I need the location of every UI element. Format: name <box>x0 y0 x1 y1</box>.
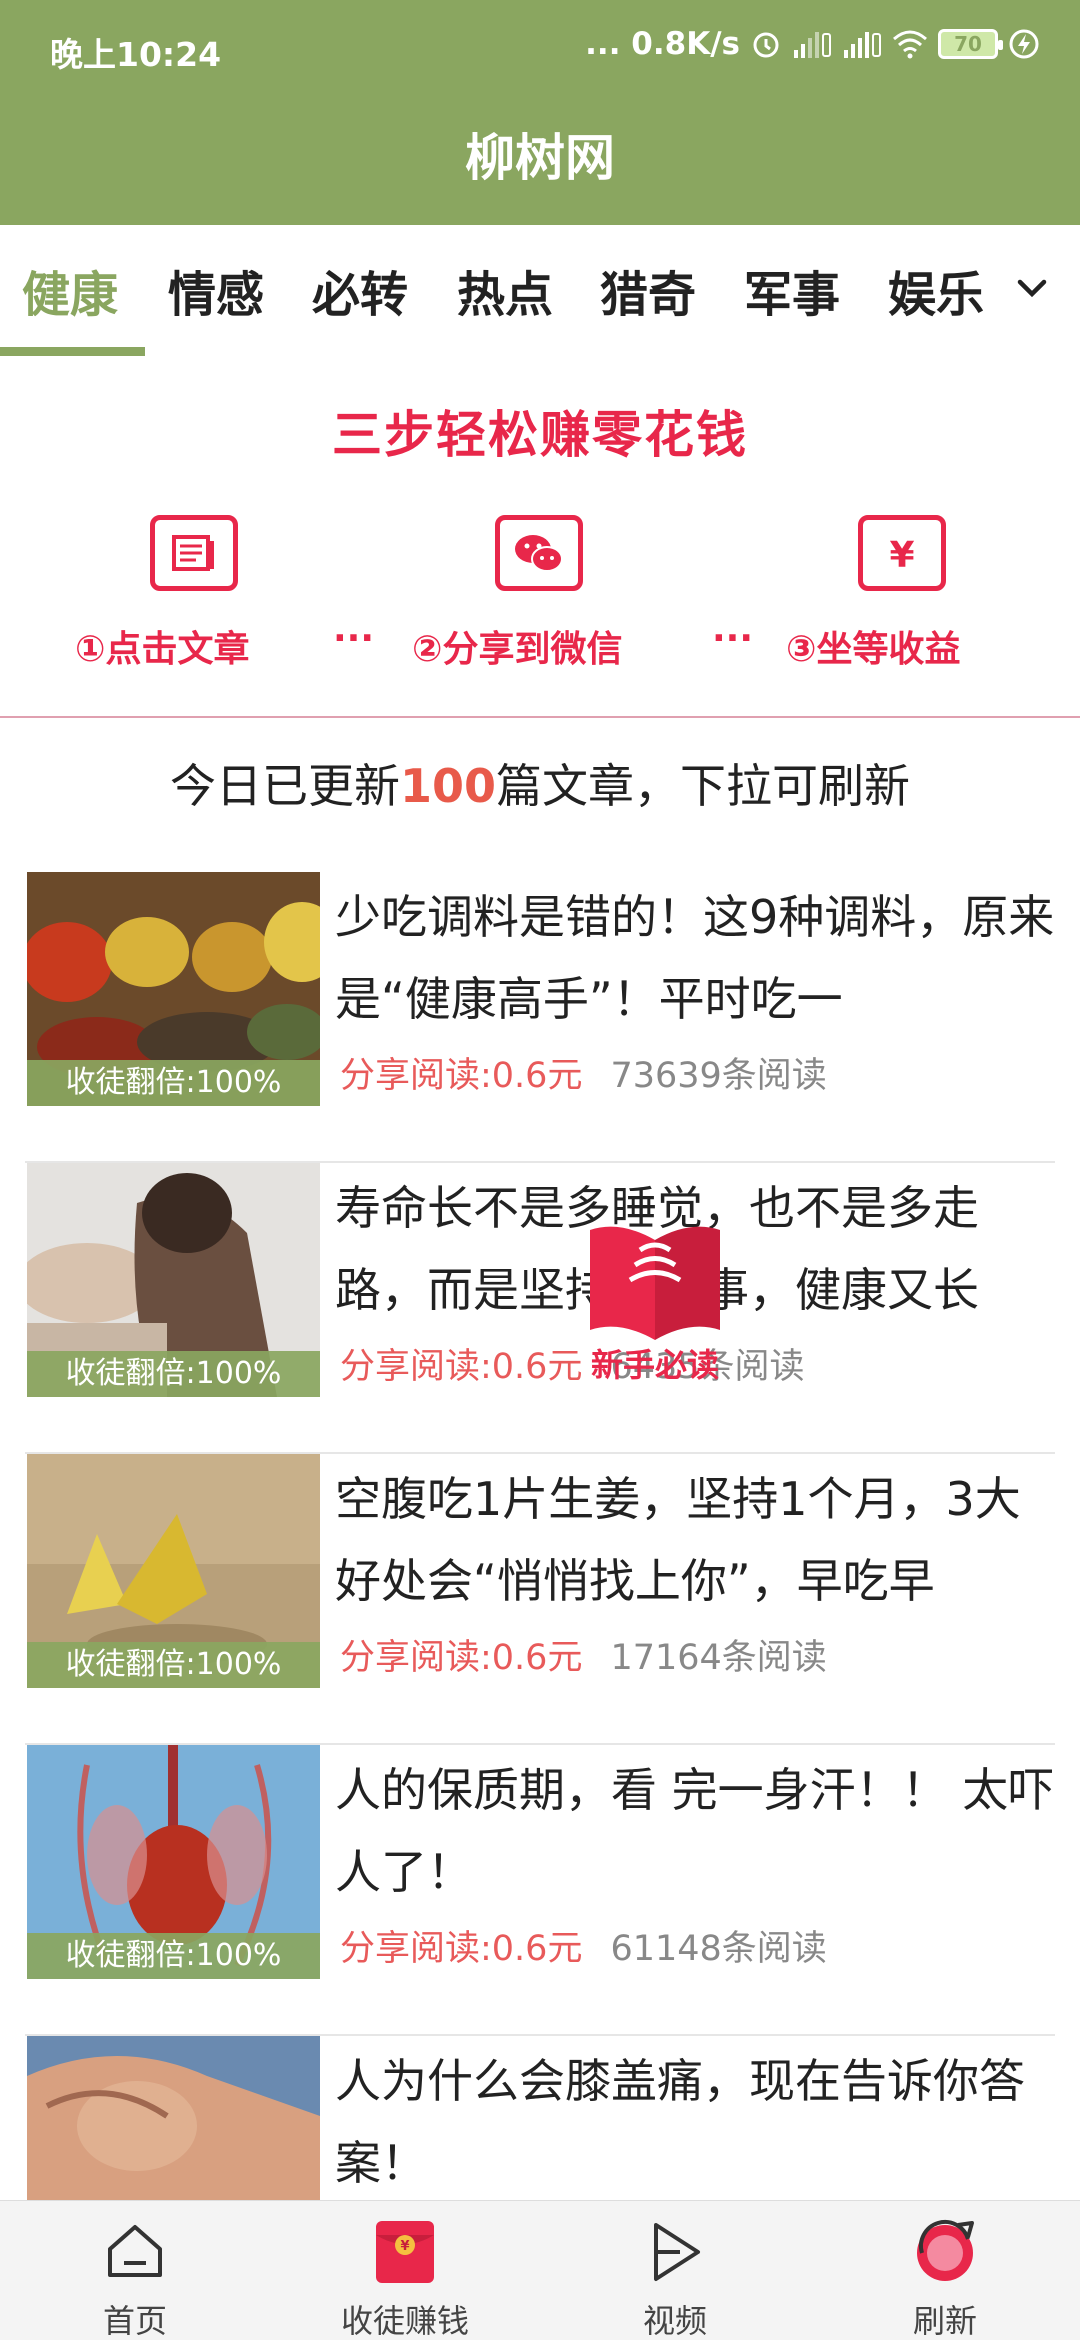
svg-text:¥: ¥ <box>400 2239 409 2254</box>
share-reward: 分享阅读:0.6元 <box>340 1638 583 1678</box>
wechat-icon <box>495 515 583 591</box>
signal-icon <box>792 26 832 62</box>
share-reward: 分享阅读:0.6元 <box>340 1056 583 1096</box>
step-dots-1: ··· <box>333 618 375 659</box>
newbie-guide-button[interactable]: 新手必读 <box>580 1210 730 1385</box>
battery-icon: 70 <box>938 29 1003 59</box>
thumbnail-badge: 收徒翻倍:100% <box>27 1933 320 1979</box>
app-title: 柳树网 <box>465 129 615 187</box>
read-count: 17164条阅读 <box>610 1638 827 1678</box>
article-thumbnail: 收徒翻倍:100% <box>27 872 320 1106</box>
read-count: 61148条阅读 <box>610 1929 827 1969</box>
article-thumbnail <box>27 2036 320 2200</box>
article-icon <box>150 515 238 591</box>
tab-military[interactable]: 军事 <box>744 255 840 325</box>
chevron-down-icon[interactable] <box>1014 270 1050 306</box>
article-meta: 分享阅读:0.6元 73639条阅读 <box>340 1047 827 1098</box>
share-reward: 分享阅读:0.6元 <box>340 1929 583 1969</box>
promo-banner[interactable]: 三步轻松赚零花钱 ¥ ①点击文章 ··· ②分享到微信 ··· ③坐等收益 <box>0 360 1080 718</box>
article-meta: 分享阅读:0.6元 6435条阅读 <box>340 1338 805 1389</box>
book-icon <box>590 1226 720 1340</box>
read-count: 73639条阅读 <box>610 1056 827 1096</box>
article-title[interactable]: 空腹吃1片生姜，坚持1个月，3大好处会“悄悄找上你”，早吃早 <box>335 1458 1055 1622</box>
bottom-navigation: 首页 ¥ 收徒赚钱 视频 刷新 <box>0 2200 1080 2340</box>
step-dots-2: ··· <box>712 618 754 659</box>
status-time: 晚上10:24 <box>50 35 222 74</box>
promo-title: 三步轻松赚零花钱 <box>332 406 748 464</box>
nav-video[interactable]: 视频 <box>540 2201 810 2340</box>
step-1-label: ①点击文章 <box>75 629 250 670</box>
refresh-icon <box>910 2217 980 2287</box>
thumbnail-badge: 收徒翻倍:100% <box>27 1642 320 1688</box>
app-header: 晚上10:24 ... 0.8K/s 70 柳树网 <box>0 0 1080 225</box>
status-indicators: ... 0.8K/s 70 <box>585 26 1040 62</box>
red-envelope-icon: ¥ <box>370 2217 440 2287</box>
nav-earn[interactable]: ¥ 收徒赚钱 <box>270 2201 540 2340</box>
article-thumbnail: 收徒翻倍:100% <box>27 1454 320 1688</box>
active-tab-indicator <box>0 347 145 356</box>
step-2-label: ②分享到微信 <box>412 629 623 670</box>
article-thumbnail: 收徒翻倍:100% <box>27 1745 320 1979</box>
step-3-label: ③坐等收益 <box>786 629 961 670</box>
nav-earn-label: 收徒赚钱 <box>340 2302 469 2340</box>
status-bar: 晚上10:24 ... 0.8K/s 70 <box>0 0 1080 100</box>
yuan-icon: ¥ <box>858 515 946 591</box>
article-title[interactable]: 人为什么会膝盖痛，现在告诉你答案！ <box>335 2040 1055 2200</box>
newbie-guide-label: 新手必读 <box>590 1346 719 1384</box>
nav-refresh[interactable]: 刷新 <box>810 2201 1080 2340</box>
thumbnail-badge: 收徒翻倍:100% <box>27 1060 320 1106</box>
notice-suffix: 篇文章，下拉可刷新 <box>496 759 911 813</box>
home-icon <box>100 2217 170 2287</box>
article-meta: 分享阅读:0.6元 61148条阅读 <box>340 1920 827 1971</box>
article-meta: 分享阅读:0.6元 17164条阅读 <box>340 1629 827 1680</box>
article-item[interactable]: 收徒翻倍:100% 少吃调料是错的！这9种调料，原来是“健康高手”！平时吃一 分… <box>0 872 1080 1163</box>
update-notice: 今日已更新100篇文章，下拉可刷新 <box>0 750 1080 816</box>
charging-icon <box>1008 26 1040 62</box>
notice-prefix: 今日已更新 <box>169 759 400 813</box>
nav-home-label: 首页 <box>102 2302 167 2340</box>
thumbnail-badge: 收徒翻倍:100% <box>27 1351 320 1397</box>
nav-video-label: 视频 <box>642 2302 707 2340</box>
tab-entertainment[interactable]: 娱乐 <box>888 255 984 325</box>
notice-count: 100 <box>399 759 497 813</box>
share-reward: 分享阅读:0.6元 <box>340 1347 583 1387</box>
alarm-icon <box>750 26 782 62</box>
tab-health[interactable]: 健康 <box>22 255 118 325</box>
article-item[interactable]: 收徒翻倍:100% 空腹吃1片生姜，坚持1个月，3大好处会“悄悄找上你”，早吃早… <box>0 1454 1080 1745</box>
article-title[interactable]: 人的保质期，看 完一身汗！！ 太吓人了！ <box>335 1749 1055 1913</box>
tab-hot[interactable]: 热点 <box>457 255 553 325</box>
nav-refresh-label: 刷新 <box>912 2302 977 2340</box>
svg-text:¥: ¥ <box>889 535 914 576</box>
nav-home[interactable]: 首页 <box>0 2201 270 2340</box>
tab-emotion[interactable]: 情感 <box>168 255 264 325</box>
category-tabs: 健康 情感 必转 热点 猎奇 军事 娱乐 <box>0 225 1080 360</box>
tab-curiosity[interactable]: 猎奇 <box>600 255 696 325</box>
article-item[interactable]: 收徒翻倍:100% 人的保质期，看 完一身汗！！ 太吓人了！ 分享阅读:0.6元… <box>0 1745 1080 2036</box>
article-title[interactable]: 少吃调料是错的！这9种调料，原来是“健康高手”！平时吃一 <box>335 876 1055 1040</box>
article-item[interactable]: 收徒翻倍:100% 寿命长不是多睡觉，也不是多走路，而是坚持一件事，健康又长 分… <box>0 1163 1080 1454</box>
tab-must-share[interactable]: 必转 <box>312 255 408 325</box>
article-thumbnail: 收徒翻倍:100% <box>27 1163 320 1397</box>
wifi-icon <box>892 26 928 62</box>
network-speed: ... 0.8K/s <box>585 26 740 62</box>
signal-icon-2 <box>842 26 882 62</box>
play-icon <box>640 2217 710 2287</box>
article-item[interactable]: 人为什么会膝盖痛，现在告诉你答案！ <box>0 2036 1080 2200</box>
